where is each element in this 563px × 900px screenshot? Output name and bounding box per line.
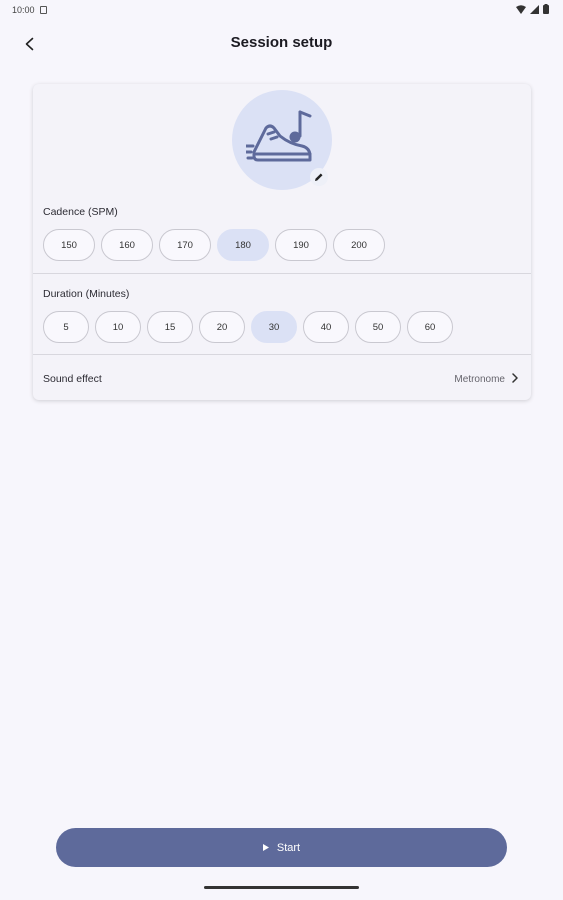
divider: [33, 273, 531, 274]
duration-chip[interactable]: 40: [303, 311, 349, 343]
cadence-chip[interactable]: 160: [101, 229, 153, 261]
cadence-options: 150 160 170 180 190 200: [43, 229, 385, 261]
signal-icon: [530, 4, 539, 14]
duration-chip[interactable]: 15: [147, 311, 193, 343]
sound-effect-label: Sound effect: [43, 373, 102, 385]
edit-avatar-button[interactable]: [310, 168, 328, 186]
duration-chip[interactable]: 30: [251, 311, 297, 343]
chevron-right-icon: [512, 373, 518, 383]
duration-chip[interactable]: 50: [355, 311, 401, 343]
play-icon: [262, 844, 269, 851]
battery-icon: [543, 4, 549, 14]
session-avatar[interactable]: [232, 90, 332, 190]
session-settings-card: Cadence (SPM) 150 160 170 180 190 200 Duratio…: [33, 84, 531, 400]
status-time: 10:00: [12, 5, 35, 15]
cadence-chip[interactable]: 150: [43, 229, 95, 261]
cadence-chip[interactable]: 200: [333, 229, 385, 261]
duration-chip[interactable]: 10: [95, 311, 141, 343]
start-button[interactable]: Start: [56, 828, 507, 867]
pencil-icon: [315, 173, 323, 181]
app-bar: Session setup: [0, 24, 563, 64]
duration-chip[interactable]: 60: [407, 311, 453, 343]
sim-card-icon: [40, 6, 47, 14]
duration-label: Duration (Minutes): [43, 288, 130, 300]
home-indicator: [204, 886, 359, 889]
cadence-chip[interactable]: 190: [275, 229, 327, 261]
sound-effect-value: Metronome: [454, 374, 505, 385]
cadence-label: Cadence (SPM): [43, 206, 118, 218]
running-shoe-music-icon: [246, 110, 312, 162]
start-button-label: Start: [276, 841, 301, 854]
cadence-chip[interactable]: 180: [217, 229, 269, 261]
duration-options: 5 10 15 20 30 40 50 60: [43, 311, 453, 343]
sound-effect-row[interactable]: Sound effect Metronome: [33, 355, 531, 399]
status-bar: 10:00: [0, 0, 563, 24]
status-icons: [516, 4, 549, 14]
duration-chip[interactable]: 20: [199, 311, 245, 343]
cadence-chip[interactable]: 170: [159, 229, 211, 261]
duration-chip[interactable]: 5: [43, 311, 89, 343]
wifi-icon: [516, 4, 526, 14]
page-title: Session setup: [230, 34, 333, 51]
